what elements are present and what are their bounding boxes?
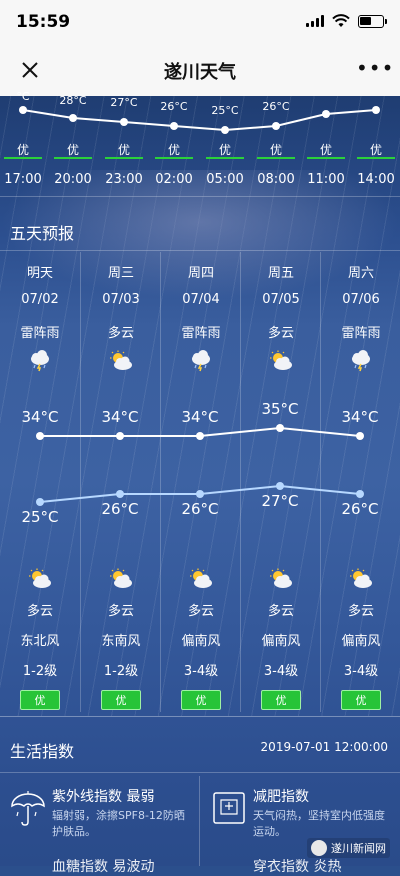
- life-index-section: 生活指数 2019-07-01 12:00:00 紫外线指数 最弱 辐射弱，涂擦…: [0, 716, 400, 875]
- divider: [0, 250, 400, 251]
- low-temp-label: 27°C: [261, 492, 299, 510]
- hourly-temp-point: [19, 106, 27, 114]
- hourly-temp-point: [170, 122, 178, 130]
- high-temp-label: 34°C: [341, 408, 379, 426]
- hourly-temp-label: 25°C: [211, 104, 239, 117]
- hourly-time-label: 23:00: [105, 172, 143, 187]
- hourly-temp-point: [221, 126, 229, 134]
- life-index-title: 生活指数: [10, 742, 75, 761]
- hourly-temp-label: 26°C: [160, 100, 188, 113]
- hourly-time-label: 08:00: [257, 172, 295, 187]
- scale-icon: [213, 792, 245, 824]
- low-temp-point: [116, 490, 124, 498]
- hourly-aqi-label: 优: [16, 143, 30, 157]
- aqi-bar: [307, 157, 345, 159]
- uv-index-desc: 辐射弱，涂擦SPF8-12防晒护肤品。: [52, 809, 185, 838]
- signal-icon: [306, 15, 324, 27]
- low-temp-label: 26°C: [101, 500, 139, 518]
- high-temp-label: 35°C: [261, 400, 299, 418]
- hourly-time-label: 14:00: [357, 172, 395, 187]
- high-temp-label: 34°C: [181, 408, 219, 426]
- five-day-forecast: 明天 07/02 雷阵雨 多云 东北风 1-2级优周三 07/03 多云 多云 东南风 1-2级优周…: [0, 252, 400, 712]
- hourly-time-label: 02:00: [155, 172, 193, 187]
- divider: [0, 772, 400, 773]
- aqi-bar: [257, 157, 295, 159]
- high-temp-label: 34°C: [101, 408, 139, 426]
- hourly-aqi-label: 优: [319, 143, 333, 157]
- uv-index-card[interactable]: 紫外线指数 最弱 辐射弱，涂擦SPF8-12防晒护肤品。: [0, 776, 199, 866]
- aqi-bar: [4, 157, 42, 159]
- high-temp-point: [116, 432, 124, 440]
- high-temp-point: [196, 432, 204, 440]
- high-temp-label: 34°C: [21, 408, 59, 426]
- hourly-temp-label: 27°C: [110, 96, 138, 109]
- hourly-temp-point: [372, 106, 380, 114]
- status-bar: 15:59: [0, 0, 400, 44]
- low-temp-label: 26°C: [181, 500, 219, 518]
- uv-index-name: 紫外线指数 最弱: [52, 789, 155, 805]
- hourly-temp-label: 26°C: [262, 100, 290, 113]
- weight-loss-index-name: 减肥指数: [253, 789, 309, 805]
- hourly-temp-point: [120, 118, 128, 126]
- low-temp-label: 26°C: [341, 500, 379, 518]
- hourly-aqi-label: 优: [117, 143, 131, 157]
- hourly-aqi-label: 优: [269, 143, 283, 157]
- weight-loss-index-desc: 天气闷热，坚持室内低强度运动。: [253, 809, 385, 838]
- status-time: 15:59: [16, 12, 71, 32]
- aqi-bar: [206, 157, 244, 159]
- low-temp-point: [36, 498, 44, 506]
- hourly-temp-point: [69, 114, 77, 122]
- high-temp-point: [36, 432, 44, 440]
- five-day-title: 五天预报: [10, 224, 75, 243]
- hourly-time-label: 20:00: [54, 172, 92, 187]
- hourly-aqi-label: 优: [369, 143, 383, 157]
- hourly-temp-partial: °C: [16, 90, 30, 103]
- dressing-index-name[interactable]: 穿衣指数 炎热: [253, 856, 341, 876]
- low-temp-point: [356, 490, 364, 498]
- hourly-time-label: 11:00: [307, 172, 345, 187]
- aqi-bar: [54, 157, 92, 159]
- life-index-header: 生活指数 2019-07-01 12:00:00: [0, 726, 400, 770]
- hourly-time-label: 05:00: [206, 172, 244, 187]
- low-temp-point: [276, 482, 284, 490]
- hourly-temp-point: [322, 110, 330, 118]
- hourly-temp-label: 28°C: [59, 94, 87, 107]
- blood-sugar-index-name[interactable]: 血糖指数 易波动: [52, 856, 154, 876]
- hourly-time-label: 17:00: [4, 172, 42, 187]
- hourly-aqi-label: 优: [167, 143, 181, 157]
- hourly-aqi-label: 优: [66, 143, 80, 157]
- low-temp-point: [196, 490, 204, 498]
- status-icons: [306, 14, 387, 28]
- life-index-datetime: 2019-07-01 12:00:00: [260, 740, 388, 754]
- card-divider: [199, 776, 200, 866]
- low-temp-label: 25°C: [21, 508, 59, 526]
- watermark-text: 遂川新闻网: [331, 842, 386, 855]
- more-options-icon[interactable]: •••: [356, 58, 393, 82]
- watermark: 遂川新闻网: [307, 838, 390, 858]
- high-temp-point: [356, 432, 364, 440]
- umbrella-icon: [11, 791, 45, 826]
- nav-bar: 遂川天气 •••: [0, 44, 400, 97]
- aqi-bar: [105, 157, 143, 159]
- daily-temp-chart: [36, 424, 364, 506]
- page-title: 遂川天气: [164, 62, 236, 83]
- aqi-bar: [357, 157, 395, 159]
- divider: [0, 196, 400, 197]
- high-temp-point: [276, 424, 284, 432]
- wifi-icon: [332, 14, 350, 27]
- battery-icon: [358, 14, 387, 28]
- hourly-temp-point: [272, 122, 280, 130]
- hourly-aqi-label: 优: [218, 143, 232, 157]
- aqi-bar: [155, 157, 193, 159]
- watermark-logo-icon: [311, 840, 327, 856]
